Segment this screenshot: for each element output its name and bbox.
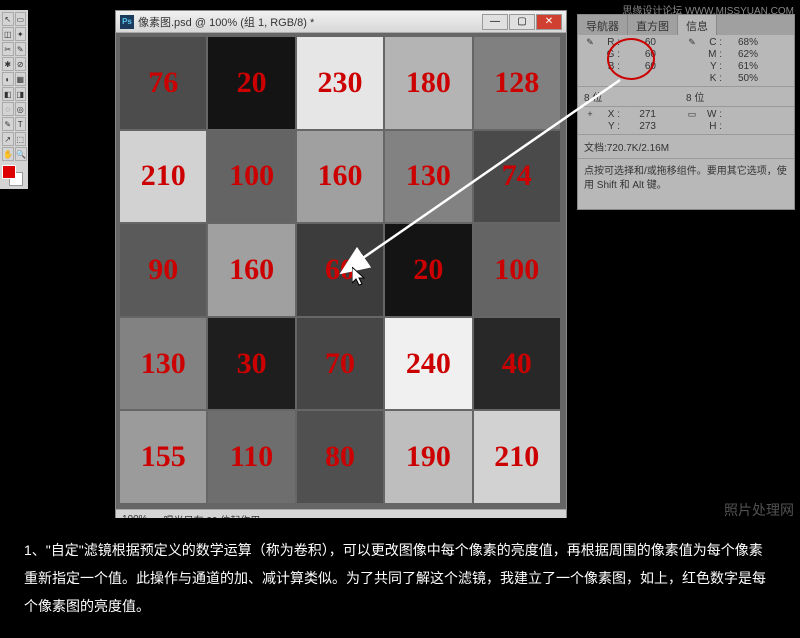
k-value: 50% — [726, 73, 758, 84]
pixel-cell: 110 — [208, 411, 294, 503]
pixel-cell: 40 — [474, 318, 560, 410]
pixel-cell: 20 — [385, 224, 471, 316]
color-swatches[interactable] — [2, 165, 24, 187]
crosshair-icon: + — [584, 109, 596, 120]
pixel-cell: 240 — [385, 318, 471, 410]
tab-info[interactable]: 信息 — [678, 15, 717, 35]
dodge-tool[interactable]: ◎ — [15, 102, 27, 116]
r-value: 60 — [624, 37, 656, 48]
pixel-cell: 20 — [208, 37, 294, 129]
move-tool[interactable]: ↖ — [2, 12, 14, 26]
healing-tool[interactable]: ✱ — [2, 57, 14, 71]
m-label: M : — [704, 49, 722, 60]
c-value: 68% — [726, 37, 758, 48]
tab-histogram[interactable]: 直方图 — [628, 15, 678, 35]
y-value: 273 — [624, 121, 656, 132]
pixel-cell: 80 — [297, 411, 383, 503]
caption-text: 1、"自定"滤镜根据预定义的数学运算（称为卷积），可以更改图像中每个像素的亮度值… — [0, 518, 800, 638]
minimize-button[interactable]: — — [482, 14, 508, 30]
hint-text: 点按可选择和/或拖移组件。要用其它选项，使用 Shift 和 Alt 键。 — [578, 159, 794, 209]
x-label: X : — [602, 109, 620, 120]
path-tool[interactable]: ↗ — [2, 132, 14, 146]
window-title: 像素图.psd @ 100% (组 1, RGB/8) * — [138, 14, 482, 30]
lasso-tool[interactable]: ◫ — [2, 27, 14, 41]
pixel-cell: 128 — [474, 37, 560, 129]
shape-tool[interactable]: ⬚ — [15, 132, 27, 146]
blur-tool[interactable]: ◌ — [2, 102, 14, 116]
document-window: Ps 像素图.psd @ 100% (组 1, RGB/8) * — ▢ ✕ 7… — [115, 10, 567, 530]
gradient-tool[interactable]: ◨ — [15, 87, 27, 101]
b-label: B : — [602, 61, 620, 72]
pixel-cell: 190 — [385, 411, 471, 503]
watermark-top: 思缘设计论坛 WWW.MISSYUAN.COM — [622, 2, 794, 17]
y-label: Y : — [704, 61, 722, 72]
pixel-cell: 60 — [297, 224, 383, 316]
y-label: Y : — [602, 121, 620, 132]
canvas[interactable]: 7620230180128210100160130749016060201001… — [116, 33, 566, 509]
h-value — [726, 121, 758, 132]
eyedropper-icon: ✎ — [686, 37, 698, 48]
pixel-cell: 90 — [120, 224, 206, 316]
magic-wand-tool[interactable]: ✦ — [15, 27, 27, 41]
panel-tabs: 导航器 直方图 信息 — [578, 15, 794, 35]
foreground-color[interactable] — [2, 165, 16, 179]
w-value — [726, 109, 758, 120]
eraser-tool[interactable]: ◧ — [2, 87, 14, 101]
h-label: H : — [704, 121, 722, 132]
dimensions-icon: ▭ — [686, 109, 698, 120]
type-tool[interactable]: T — [15, 117, 27, 131]
x-value: 271 — [624, 109, 656, 120]
g-value: 60 — [624, 49, 656, 60]
pen-tool[interactable]: ✎ — [2, 117, 14, 131]
pixel-cell: 100 — [474, 224, 560, 316]
info-panel: 导航器 直方图 信息 ✎ R : 60 G : 60 B : 60 ✎ C : 68% M … — [577, 14, 795, 210]
ps-icon: Ps — [120, 15, 134, 29]
pixel-cell: 76 — [120, 37, 206, 129]
document-size: 文档:720.7K/2.16M — [578, 135, 794, 159]
k-label: K : — [704, 73, 722, 84]
pixel-cell: 74 — [474, 131, 560, 223]
marquee-tool[interactable]: ▭ — [15, 12, 27, 26]
pixel-cell: 100 — [208, 131, 294, 223]
eyedropper-tool[interactable]: ✎ — [15, 42, 27, 56]
c-label: C : — [704, 37, 722, 48]
zoom-tool[interactable]: 🔍 — [15, 147, 27, 161]
pixel-cell: 155 — [120, 411, 206, 503]
mode-left: 8 位 — [584, 89, 602, 104]
pixel-grid: 7620230180128210100160130749016060201001… — [120, 37, 560, 503]
b-value: 60 — [624, 61, 656, 72]
pixel-cell: 180 — [385, 37, 471, 129]
hand-tool[interactable]: ✋ — [2, 147, 14, 161]
pixel-cell: 230 — [297, 37, 383, 129]
pixel-cell: 160 — [297, 131, 383, 223]
pixel-cell: 210 — [474, 411, 560, 503]
w-label: W : — [704, 109, 722, 120]
m-value: 62% — [726, 49, 758, 60]
window-titlebar[interactable]: Ps 像素图.psd @ 100% (组 1, RGB/8) * — ▢ ✕ — [116, 11, 566, 33]
tools-toolbar: ↖▭ ◫✦ ✂✎ ✱⊘ ◐▦ ◧◨ ◌◎ ✎T ↗⬚ ✋🔍 — [0, 10, 28, 189]
stamp-tool[interactable]: ◐ — [2, 72, 14, 86]
tab-navigator[interactable]: 导航器 — [578, 15, 628, 35]
pixel-cell: 70 — [297, 318, 383, 410]
crop-tool[interactable]: ✂ — [2, 42, 14, 56]
mode-right: 8 位 — [686, 89, 704, 104]
pixel-cell: 160 — [208, 224, 294, 316]
close-button[interactable]: ✕ — [536, 14, 562, 30]
pixel-cell: 130 — [120, 318, 206, 410]
pixel-cell: 210 — [120, 131, 206, 223]
pixel-cell: 30 — [208, 318, 294, 410]
eyedropper-icon: ✎ — [584, 37, 596, 48]
brush-tool[interactable]: ⊘ — [15, 57, 27, 71]
g-label: G : — [602, 49, 620, 60]
r-label: R : — [602, 37, 620, 48]
maximize-button[interactable]: ▢ — [509, 14, 535, 30]
pixel-cell: 130 — [385, 131, 471, 223]
y-value: 61% — [726, 61, 758, 72]
history-brush-tool[interactable]: ▦ — [15, 72, 27, 86]
